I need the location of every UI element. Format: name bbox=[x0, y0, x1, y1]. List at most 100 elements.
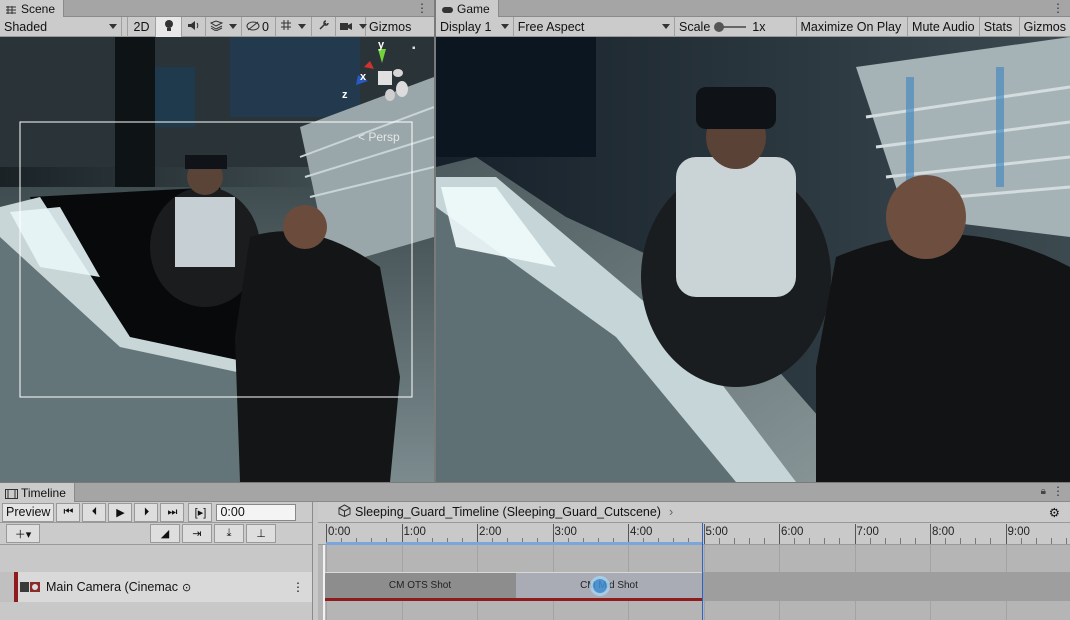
scene-gizmos-button[interactable]: Gizmos bbox=[366, 17, 415, 37]
ruler-tick bbox=[930, 524, 931, 544]
playhead-line[interactable] bbox=[701, 523, 703, 620]
track-header-main-camera[interactable]: Main Camera (Cinemac ⊙ ⋮ bbox=[14, 572, 312, 602]
scale-slider-thumb[interactable] bbox=[714, 21, 725, 32]
ruler-tick bbox=[854, 524, 856, 544]
go-to-end-button[interactable]: ⏭︎ bbox=[160, 502, 185, 522]
tab-timeline[interactable]: Timeline bbox=[0, 483, 75, 502]
play-range-icon: [▸] bbox=[194, 506, 207, 519]
breadcrumb-chevron-icon: › bbox=[668, 505, 674, 519]
track-empty-area[interactable] bbox=[702, 572, 1070, 601]
ruler-tick bbox=[401, 524, 403, 544]
lighting-toggle-button[interactable] bbox=[156, 16, 182, 37]
camera-icon bbox=[340, 20, 353, 34]
gamepad-icon bbox=[441, 4, 453, 14]
game-viewport[interactable] bbox=[436, 37, 1070, 482]
game-toolbar: Display 1 Free Aspect Scale 1x Maximize … bbox=[436, 16, 1070, 37]
go-to-start-button[interactable]: ⏮︎ bbox=[56, 502, 81, 522]
ruler-tick-label: 1:00 bbox=[403, 526, 426, 538]
layers-icon bbox=[209, 19, 224, 34]
scale-control[interactable]: Scale 1x bbox=[675, 16, 797, 37]
breadcrumb-title[interactable]: Sleeping_Guard_Timeline (Sleeping_Guard_… bbox=[355, 505, 661, 519]
ruler-minor-tick bbox=[990, 538, 992, 544]
ruler-tick-label: 3:00 bbox=[554, 526, 577, 538]
timeline-panel: Timeline 🔒︎ ⋮ Preview ⏮︎ ⏴︎ ▶ ⏵︎ ⏭︎ [▸] … bbox=[0, 482, 1070, 620]
step-forward-icon: ⏵︎ bbox=[143, 505, 150, 518]
grid-snap-dropdown[interactable] bbox=[276, 16, 312, 37]
previous-frame-button[interactable]: ⏴︎ bbox=[82, 502, 107, 522]
ruler-minor-tick bbox=[869, 538, 871, 544]
ruler-minor-tick bbox=[763, 538, 765, 544]
preview-button[interactable]: Preview bbox=[2, 502, 55, 522]
mute-audio-toggle[interactable]: Mute Audio bbox=[908, 16, 980, 37]
play-range-button[interactable]: [▸] bbox=[188, 502, 213, 522]
pin-button[interactable]: ⊥ bbox=[246, 524, 276, 543]
lock-icon[interactable]: 🔒︎ bbox=[1041, 486, 1046, 497]
clip-cm-ots-shot[interactable]: CM OTS Shot bbox=[324, 572, 516, 601]
ruler-minor-tick bbox=[1065, 538, 1067, 544]
ruler-minor-tick bbox=[1050, 538, 1052, 544]
timeline-tab-label: Timeline bbox=[21, 485, 66, 500]
markers-button[interactable]: ⤓ bbox=[214, 524, 244, 543]
grid-icon bbox=[280, 19, 292, 34]
track-target-icon[interactable]: ⊙ bbox=[182, 581, 191, 594]
scale-label: Scale bbox=[679, 19, 711, 34]
scale-value: 1x bbox=[752, 19, 766, 34]
ruler-minor-tick bbox=[1035, 538, 1037, 544]
track-menu-icon[interactable]: ⋮ bbox=[292, 580, 304, 594]
scene-grid-icon bbox=[5, 4, 17, 14]
time-ruler[interactable]: 0:00 1:00 2:00 3:00 4:00 5:00 6:00 7:00 8:00 9:00 bbox=[318, 523, 1070, 545]
tab-scene[interactable]: Scene bbox=[0, 0, 65, 17]
add-track-dropdown[interactable]: ＋▾ bbox=[6, 524, 40, 543]
maximize-on-play-toggle[interactable]: Maximize On Play bbox=[797, 16, 909, 37]
step-back-icon: ⏴︎ bbox=[91, 505, 98, 518]
aspect-dropdown[interactable]: Free Aspect bbox=[514, 16, 675, 37]
film-strip-icon bbox=[5, 488, 18, 499]
play-button[interactable]: ▶ bbox=[108, 502, 133, 522]
skip-start-icon: ⏮︎ bbox=[63, 505, 74, 518]
scene-viewport[interactable]: y x z ▪ < Persp bbox=[0, 37, 434, 482]
edit-mode-button[interactable]: ◢ bbox=[150, 524, 180, 543]
2d-toggle-button[interactable]: 2D bbox=[128, 16, 156, 37]
axis-z-label: z bbox=[342, 89, 348, 101]
snap-mode-button[interactable]: ⇥ bbox=[182, 524, 212, 543]
scene-menu-icon[interactable]: ⋮ bbox=[416, 1, 428, 15]
ruler-tick-label: 8:00 bbox=[932, 526, 955, 538]
ruler-minor-tick bbox=[733, 538, 735, 544]
ruler-tick bbox=[703, 524, 705, 544]
lock-icon[interactable]: ▪ bbox=[412, 43, 416, 54]
game-gizmos-button[interactable]: Gizmos bbox=[1020, 17, 1070, 37]
tab-game[interactable]: Game bbox=[436, 0, 499, 17]
effects-dropdown[interactable] bbox=[206, 16, 242, 37]
tools-button[interactable] bbox=[312, 16, 336, 37]
ruler-tick-label: 5:00 bbox=[705, 526, 728, 538]
timeline-clip-area[interactable]: Sleeping_Guard_Timeline (Sleeping_Guard_… bbox=[318, 502, 1070, 620]
current-time-field[interactable]: 0:00 bbox=[216, 503, 297, 521]
ruler-tick-label: 9:00 bbox=[1007, 526, 1030, 538]
game-panel: Game ⋮ Display 1 Free Aspect Scale 1x Ma… bbox=[436, 0, 1070, 482]
axis-x-label: x bbox=[360, 71, 367, 83]
ruler-minor-tick bbox=[718, 538, 720, 544]
hidden-objects-button[interactable]: 0 bbox=[242, 16, 276, 37]
eye-slash-icon bbox=[246, 20, 260, 34]
game-menu-icon[interactable]: ⋮ bbox=[1052, 1, 1064, 15]
scene-tabbar: Scene ⋮ bbox=[0, 0, 434, 17]
timeline-menu-icon[interactable]: ⋮ bbox=[1052, 484, 1064, 498]
orientation-gizmo[interactable]: y x z ▪ bbox=[342, 39, 420, 113]
timeline-track-header-area: Preview ⏮︎ ⏴︎ ▶ ⏵︎ ⏭︎ [▸] 0:00 ＋▾ ◢ ⇥ ⤓ … bbox=[0, 502, 313, 620]
perspective-toggle[interactable]: < Persp bbox=[358, 130, 400, 144]
gear-icon[interactable]: ⚙ bbox=[1049, 505, 1060, 520]
display-dropdown[interactable]: Display 1 bbox=[436, 16, 514, 37]
stats-toggle[interactable]: Stats bbox=[980, 16, 1020, 37]
audio-toggle-button[interactable] bbox=[182, 16, 206, 37]
camera-dropdown[interactable] bbox=[336, 16, 366, 37]
hidden-count: 0 bbox=[262, 19, 269, 34]
plus-icon: ＋▾ bbox=[14, 528, 32, 541]
shading-mode-dropdown[interactable]: Shaded bbox=[0, 16, 122, 37]
ruler-minor-tick bbox=[1020, 538, 1022, 544]
next-frame-button[interactable]: ⏵︎ bbox=[134, 502, 159, 522]
playback-controls: Preview ⏮︎ ⏴︎ ▶ ⏵︎ ⏭︎ [▸] 0:00 bbox=[0, 502, 312, 523]
scene-tab-label: Scene bbox=[21, 1, 56, 16]
scale-slider[interactable] bbox=[714, 21, 747, 32]
pin-icon: ⊥ bbox=[256, 528, 266, 540]
track-name: Main Camera (Cinemac bbox=[46, 580, 178, 594]
